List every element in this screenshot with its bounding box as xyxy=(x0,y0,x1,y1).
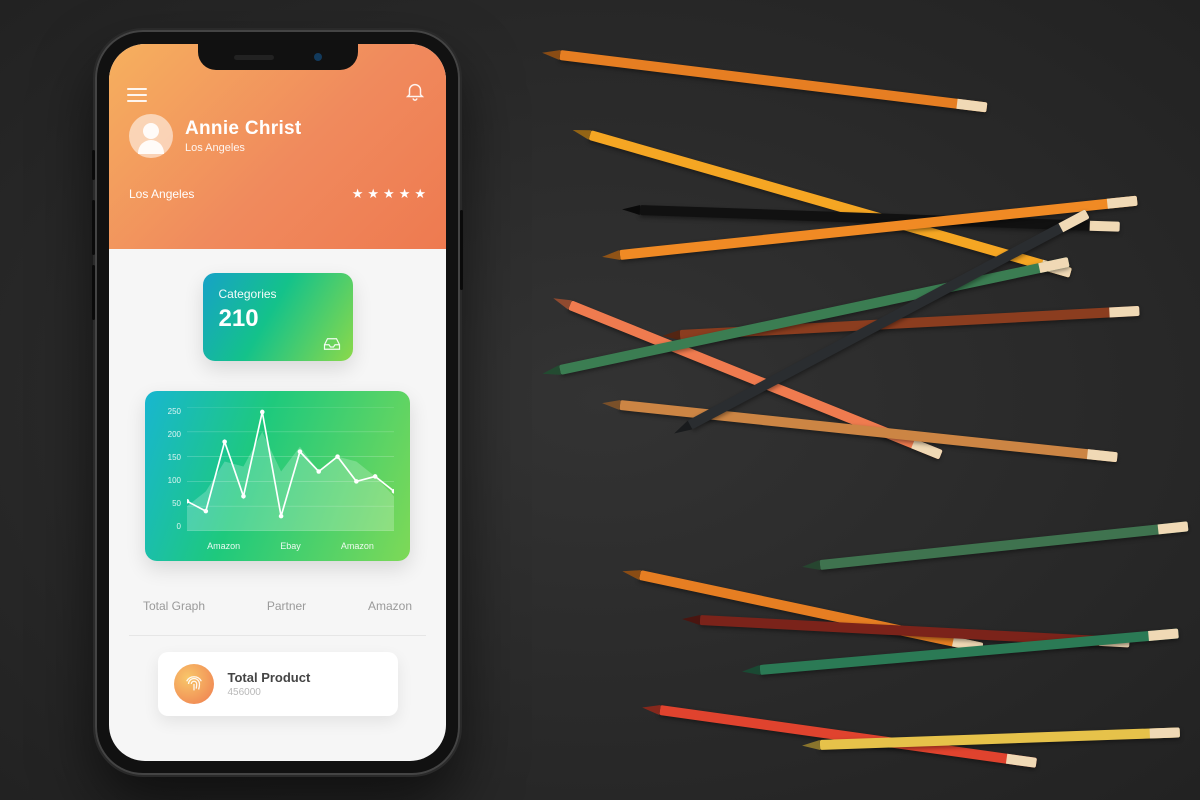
star-icon: ★ xyxy=(367,186,379,202)
total-product-card[interactable]: Total Product 456000 xyxy=(158,652,398,716)
chart-y-ticks: 250200150100500 xyxy=(157,407,181,531)
pencil xyxy=(559,50,987,112)
categories-card[interactable]: Categories 210 xyxy=(203,273,353,361)
profile-location: Los Angeles xyxy=(185,142,302,154)
tab-row: Total Graph Partner Amazon xyxy=(141,595,414,617)
chart-plot xyxy=(187,407,394,531)
fingerprint-icon xyxy=(174,664,214,704)
star-icon: ★ xyxy=(383,186,395,202)
rating-stars[interactable]: ★ ★ ★ ★ ★ xyxy=(352,186,426,202)
chart-x-ticks: AmazonEbayAmazon xyxy=(187,541,394,551)
bell-icon[interactable] xyxy=(404,80,426,102)
divider xyxy=(129,635,426,636)
phone-frame: Annie Christ Los Angeles Los Angeles ★ ★… xyxy=(95,30,460,775)
phone-notch xyxy=(198,44,358,70)
pencil xyxy=(819,521,1188,570)
tab-amazon[interactable]: Amazon xyxy=(366,595,414,617)
star-icon: ★ xyxy=(414,186,426,202)
app-header: Annie Christ Los Angeles Los Angeles ★ ★… xyxy=(109,44,446,249)
tray-icon xyxy=(323,337,341,351)
content-area: Categories 210 250200150100500 AmazonEba… xyxy=(109,249,446,736)
chart-card[interactable]: 250200150100500 AmazonEbayAmazon xyxy=(145,391,410,561)
pencil xyxy=(619,400,1117,462)
tab-partner[interactable]: Partner xyxy=(265,595,308,617)
profile-name: Annie Christ xyxy=(185,118,302,140)
total-product-value: 456000 xyxy=(228,687,311,698)
star-icon: ★ xyxy=(352,186,364,202)
pencil xyxy=(639,570,983,653)
menu-icon[interactable] xyxy=(127,84,147,106)
avatar[interactable] xyxy=(129,114,173,158)
app-screen: Annie Christ Los Angeles Los Angeles ★ ★… xyxy=(109,44,446,761)
tab-total-graph[interactable]: Total Graph xyxy=(141,595,207,617)
total-product-label: Total Product xyxy=(228,670,311,685)
categories-label: Categories xyxy=(219,287,337,301)
profile-block: Annie Christ Los Angeles xyxy=(129,114,426,158)
pencil xyxy=(820,727,1180,750)
star-icon: ★ xyxy=(399,186,411,202)
header-location: Los Angeles xyxy=(129,187,194,201)
categories-value: 210 xyxy=(219,305,337,333)
